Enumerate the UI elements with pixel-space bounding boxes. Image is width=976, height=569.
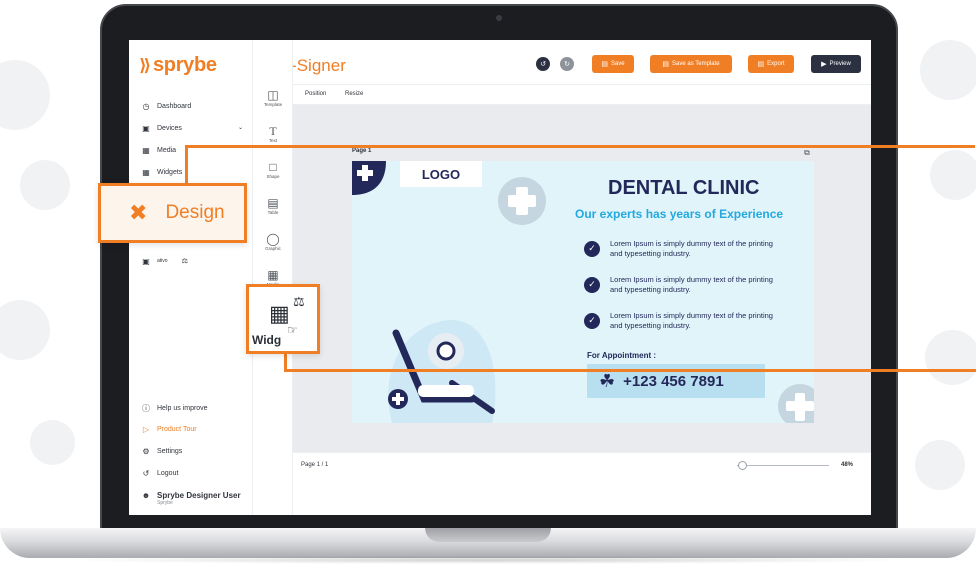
page-label: Page 1: [352, 148, 372, 154]
save-icon: ▤: [601, 61, 608, 68]
redo-button[interactable]: ↻: [560, 57, 574, 71]
widget-callout[interactable]: ▦ ⚖ Widg ☞: [246, 284, 320, 354]
check-icon: ✓: [584, 276, 600, 293]
table-icon: ▤: [267, 196, 279, 210]
tour-icon: ▷: [142, 424, 150, 434]
page-counter: Page 1 / 1: [301, 462, 329, 468]
design-point: ✓ Lorem Ipsum is simply dummy text of th…: [584, 275, 780, 294]
tab-resize[interactable]: Resize: [345, 91, 363, 97]
tool-rail: ◫ Template T Text □ Shape ▤ Table ◯ Grap…: [253, 40, 293, 515]
design-page[interactable]: LOGO DENTAL CLINIC Our experts has years…: [352, 161, 814, 423]
design-point: ✓ Lorem Ipsum is simply dummy text of th…: [584, 311, 780, 330]
sidebar-item-dashboard[interactable]: ◷ Dashboard: [141, 100, 247, 112]
webcam: [496, 15, 502, 21]
design-title: DENTAL CLINIC: [608, 177, 760, 199]
sidebar-item-product-tour[interactable]: ▷ Product Tour: [141, 423, 247, 435]
flask-icon: ⚖: [181, 258, 188, 265]
redo-icon: ↻: [564, 61, 570, 68]
flask-icon: ⚖: [293, 294, 305, 309]
template-save-icon: ▤: [662, 61, 670, 68]
save-as-template-button[interactable]: ▤ Save as Template: [650, 55, 732, 73]
user-org: Sprybe: [157, 500, 173, 506]
undo-button[interactable]: ↺: [536, 57, 550, 71]
image-icon: ▦: [267, 268, 279, 282]
tool-template[interactable]: ◫ Template: [253, 88, 293, 107]
zoom-slider-track[interactable]: [737, 465, 829, 466]
design-tools-icon: ✖: [129, 200, 148, 225]
export-icon: ▤: [757, 61, 765, 68]
app-screen: ⟫ sprybe ◷ Dashboard ▣ Devices ⌄ ▦ Media…: [129, 40, 871, 515]
devices-icon: ▣: [142, 123, 150, 133]
dashboard-icon: ◷: [142, 101, 150, 111]
tool-table[interactable]: ▤ Table: [253, 196, 293, 215]
logout-icon: ↺: [142, 468, 150, 478]
callout-line: [284, 369, 976, 372]
text-icon: T: [269, 124, 277, 138]
laptop-notch: [425, 528, 551, 542]
tool-shape[interactable]: □ Shape: [253, 160, 293, 179]
preview-button[interactable]: ▶ Preview: [811, 55, 861, 73]
play-icon: ▶: [821, 61, 827, 68]
tool-graphic[interactable]: ◯ Graphic: [253, 232, 293, 251]
properties-bar: Position Resize: [293, 85, 871, 105]
sidebar-item-partial[interactable]: ▣ ativo ⚖: [141, 255, 247, 267]
sidebar-item-help[interactable]: ⓘ Help us improve: [141, 402, 247, 414]
sidebar-item-settings[interactable]: ⚙ Settings: [141, 445, 247, 457]
copy-page-icon[interactable]: ⧉: [804, 148, 810, 158]
sidebar-item-widgets[interactable]: ▦ Widgets: [141, 166, 247, 178]
canvas-footer: Page 1 / 1 48%: [293, 452, 871, 477]
pointer-hand-icon: ☞: [287, 323, 298, 337]
chevron-down-icon: ⌄: [237, 125, 243, 131]
help-icon: ⓘ: [142, 403, 150, 413]
sidebar-item-devices[interactable]: ▣ Devices ⌄: [141, 122, 247, 134]
design-point: ✓ Lorem Ipsum is simply dummy text of th…: [584, 239, 780, 258]
zoom-slider-handle[interactable]: [737, 461, 747, 470]
callout-line: [185, 145, 188, 185]
tooth-icon: ☘: [599, 370, 616, 391]
laptop-shadow: [60, 556, 916, 564]
callout-line: [185, 145, 975, 148]
design-callout[interactable]: ✖ Design: [98, 183, 247, 243]
brand-logo[interactable]: ⟫ sprybe: [139, 54, 217, 77]
callout-line: [284, 352, 287, 372]
media-icon: ▦: [142, 145, 150, 155]
gear-icon: ⚙: [142, 446, 150, 456]
graphic-icon: ◯: [266, 232, 280, 246]
sprybe-logo-icon: ⟫: [139, 55, 151, 75]
export-button[interactable]: ▤ Export: [748, 55, 794, 73]
check-icon: ✓: [584, 312, 600, 329]
sidebar: ⟫ sprybe ◷ Dashboard ▣ Devices ⌄ ▦ Media…: [129, 40, 253, 515]
design-logo-placeholder: LOGO: [400, 161, 482, 187]
undo-icon: ↺: [540, 61, 546, 68]
shape-icon: □: [269, 160, 277, 174]
design-subtitle: Our experts has years of Experience: [575, 207, 784, 221]
tab-position[interactable]: Position: [305, 91, 326, 97]
sidebar-item-logout[interactable]: ↺ Logout: [141, 467, 247, 479]
tool-text[interactable]: T Text: [253, 124, 293, 143]
screen-icon: ▣: [142, 256, 150, 266]
design-appointment-label: For Appointment :: [587, 351, 657, 360]
widgets-icon: ▦: [142, 167, 150, 177]
template-icon: ◫: [267, 88, 279, 102]
check-icon: ✓: [584, 240, 600, 257]
save-button[interactable]: ▤ Save: [592, 55, 634, 73]
user-icon: ☻: [141, 490, 151, 500]
zoom-level: 48%: [841, 462, 854, 468]
